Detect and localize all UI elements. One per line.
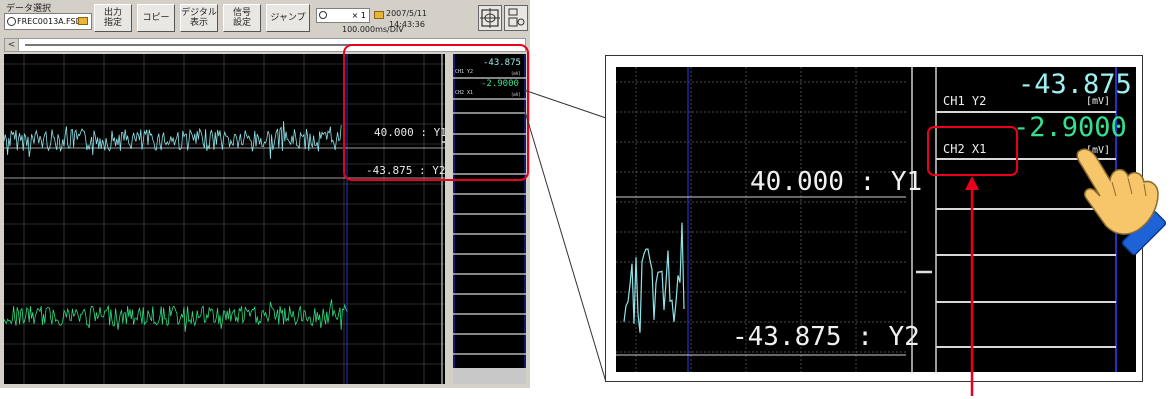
pointing-hand-icon [1076,148,1167,256]
pointer-arrow [965,148,1167,396]
